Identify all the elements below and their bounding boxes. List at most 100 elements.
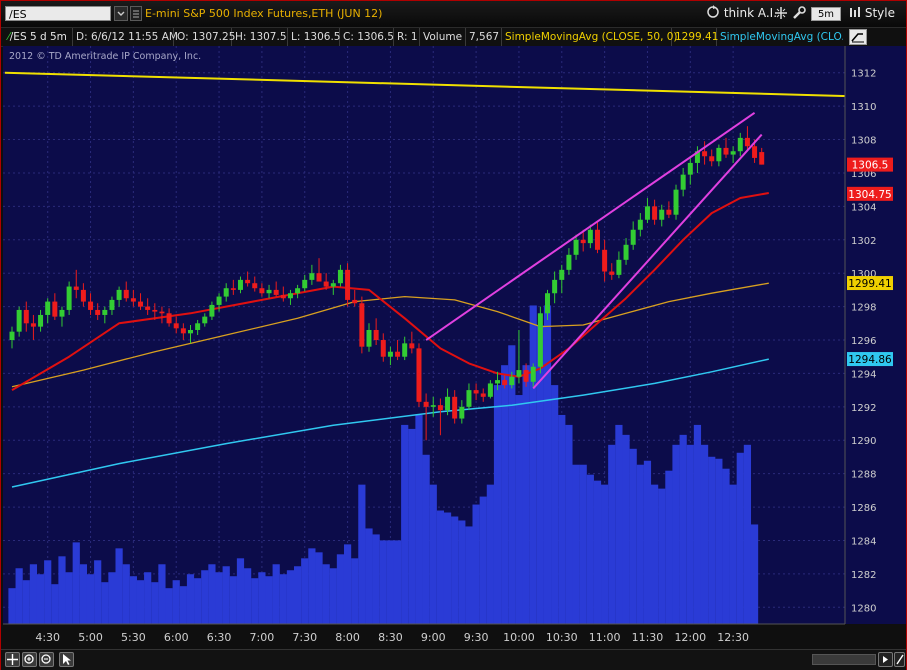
date-readout: D: 6/6/12 11:55 AM (73, 28, 178, 46)
time-tick-label: 11:30 (632, 631, 664, 644)
candle-body (95, 309, 101, 315)
crosshair-tool-button[interactable] (5, 652, 20, 667)
candle-body (730, 151, 736, 155)
refresh-icon (707, 5, 719, 18)
candle-body (202, 316, 208, 324)
style-button[interactable]: Style (849, 5, 895, 22)
symbol-options-button[interactable] (130, 6, 142, 21)
sma50-value: 1299.41 (672, 28, 718, 46)
volume-bar (472, 504, 480, 624)
candle-body (373, 329, 379, 341)
volume-bar (486, 484, 494, 624)
candle-body (88, 301, 94, 310)
bottom-toolbar (1, 649, 906, 670)
volume-bar (436, 510, 444, 624)
candle-body (709, 156, 715, 162)
candle-body (752, 146, 758, 158)
zoom-out-button[interactable] (39, 652, 54, 667)
price-tick-label: 1286 (851, 503, 876, 514)
candle-body (609, 271, 615, 275)
candle-body (223, 288, 229, 297)
volume-bar (665, 470, 673, 624)
collapse-studies-button[interactable] (849, 29, 867, 45)
candle-body (73, 286, 79, 290)
volume-bar (700, 444, 709, 624)
candle-body (737, 137, 743, 152)
candle-body (259, 288, 265, 294)
volume-bar (458, 520, 466, 624)
study-label-text: /ES 5 d 5m (9, 31, 67, 43)
candle-body (123, 289, 129, 299)
volume-bar (122, 564, 130, 624)
candle-body (723, 147, 729, 155)
volume-bar (286, 570, 295, 624)
candle-body (23, 309, 29, 324)
volume-bar (401, 424, 409, 624)
price-marker-label: 1299.41 (848, 278, 891, 290)
candle-body (530, 366, 536, 382)
wrench-icon (793, 6, 806, 19)
candle-body (702, 151, 708, 157)
symbol-input[interactable]: /ES (5, 6, 111, 21)
candle-body (359, 303, 365, 347)
chart-window: /ES E-mini S&P 500 Index Futures,ETH (JU… (0, 0, 907, 670)
settings-button[interactable] (791, 6, 807, 21)
volume-bar (551, 385, 559, 624)
pointer-tool-button[interactable] (59, 652, 74, 667)
crosshair-settings-button[interactable] (773, 6, 789, 21)
volume-bar (144, 572, 152, 624)
volume-bar (336, 554, 345, 624)
volume-bar (186, 574, 195, 624)
volume-bar (415, 414, 423, 624)
volume-bar (715, 458, 723, 624)
volume-bar (8, 588, 16, 624)
zoom-in-icon (24, 654, 34, 664)
scroll-right-button[interactable] (878, 652, 893, 667)
copyright-text: 2012 © TD Ameritrade IP Company, Inc. (9, 51, 202, 62)
candle-body (273, 289, 279, 295)
volume-bar (65, 572, 73, 624)
volume-bar (129, 576, 137, 624)
volume-bar (86, 574, 95, 624)
candle-body (52, 301, 58, 317)
volume-bar (15, 568, 23, 624)
time-tick-label: 10:30 (546, 631, 578, 644)
volume-bar (136, 580, 145, 624)
candle-body (616, 259, 622, 275)
time-tick-label: 6:30 (207, 631, 232, 644)
time-period-selector[interactable]: 5m (811, 7, 841, 21)
candle-body (130, 298, 136, 302)
volume-bar (393, 540, 402, 624)
candle-body (666, 209, 672, 215)
time-tick-label: 12:00 (674, 631, 706, 644)
zoom-in-button[interactable] (22, 652, 37, 667)
time-tick-label: 11:00 (589, 631, 621, 644)
price-chart[interactable]: 1280 1282 1284 1286 1288 1290 1292 1294 1296 1298… (3, 46, 906, 649)
crosshair-icon (775, 7, 787, 19)
volume-bar (322, 564, 330, 624)
candle-body (630, 229, 636, 245)
volume-bar (315, 552, 323, 624)
price-tick-label: 1310 (851, 102, 876, 113)
symbol-dropdown-button[interactable] (114, 6, 128, 21)
volume-value: 7,567 (466, 28, 502, 46)
candle-body (473, 390, 479, 394)
candle-body (744, 137, 750, 147)
time-tick-label: 10:00 (503, 631, 535, 644)
candle-body (445, 396, 451, 411)
volume-bar (222, 566, 230, 624)
candle-body (102, 309, 108, 315)
volume-bar (108, 572, 116, 624)
lines-icon (133, 10, 139, 18)
horizontal-scrollbar[interactable] (812, 654, 876, 665)
think-ai-button[interactable]: think A.I. (706, 5, 777, 22)
drawing-tool-button[interactable] (894, 652, 905, 667)
price-tick-label: 1290 (851, 436, 876, 447)
candle-body (145, 306, 151, 310)
candle-body (159, 311, 165, 314)
price-tick-label: 1308 (851, 136, 876, 147)
candle-body (716, 147, 722, 162)
candle-body (509, 376, 515, 386)
candle-body (537, 313, 543, 367)
volume-bar (729, 484, 737, 624)
